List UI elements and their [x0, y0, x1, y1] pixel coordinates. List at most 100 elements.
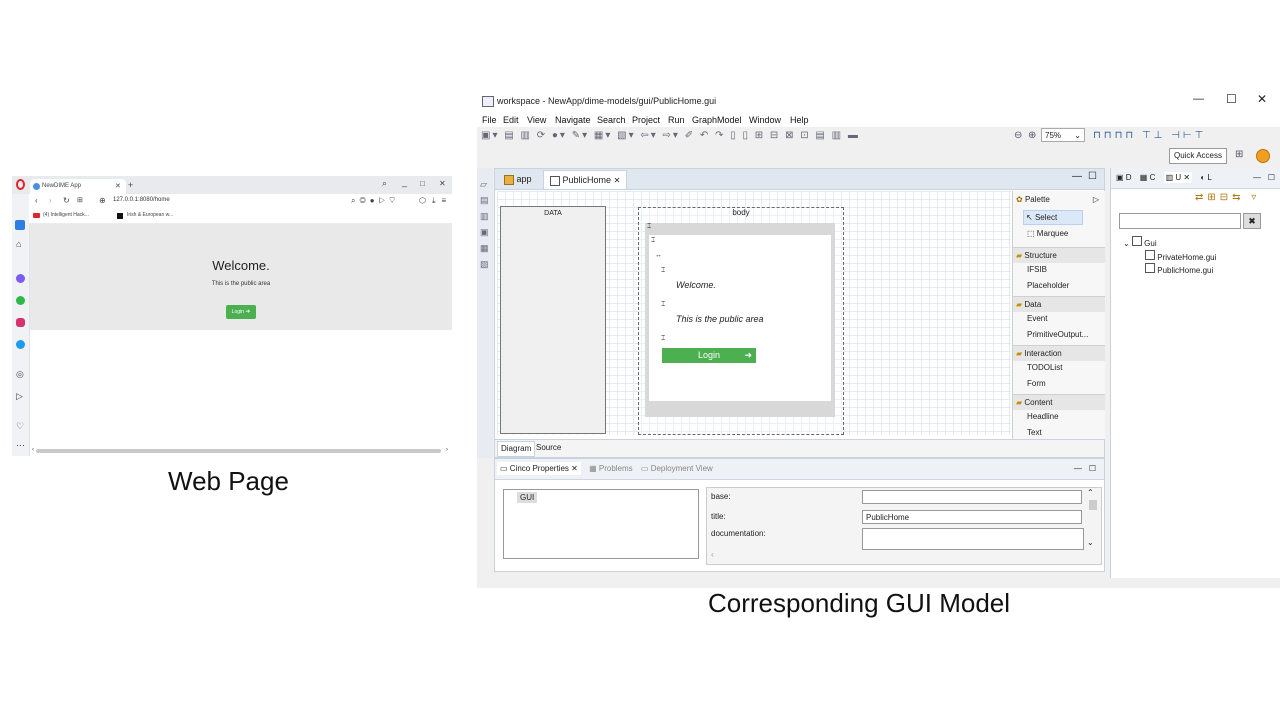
menu-view[interactable]: View [527, 115, 546, 125]
tab-diagram[interactable]: Diagram [497, 441, 536, 457]
vertical-scrollbar[interactable] [1089, 500, 1097, 510]
more-icon[interactable]: ⋯ [16, 440, 25, 451]
trim-icons[interactable]: ▱ ▤ ▥ ▣ ▦ ▧ [480, 176, 490, 272]
palette-section-interaction[interactable]: ▰ Interaction [1013, 345, 1105, 361]
canvas-login-button[interactable]: Login ➜ [662, 348, 756, 363]
close-button[interactable]: ✕ [439, 179, 446, 188]
perspective-icon[interactable] [1256, 149, 1270, 163]
tab-app[interactable]: app [498, 171, 538, 187]
toolbar-icons[interactable]: ▣▾ ▤ ▥ ⟳ ●▾ ✎▾ ▦▾ ▧▾ ⇦▾ ⇨▾ ✐ ↶ ↷ ▯ ▯ ⊞ ⊟… [481, 130, 1036, 142]
gui-tree-item[interactable]: GUI [517, 492, 538, 503]
heart-icon[interactable]: ♡ [16, 421, 24, 432]
filter-input[interactable] [1119, 213, 1241, 229]
bookmark-item[interactable]: Irish & European w... [127, 212, 173, 218]
tab-cinco-properties[interactable]: ▭ Cinco Properties ✕ [497, 462, 581, 475]
browser-tab[interactable]: NewDIME App ✕ [30, 179, 126, 194]
collapse-palette-icon[interactable]: ▷ [1093, 191, 1099, 209]
maximize-button[interactable]: □ [420, 179, 425, 188]
clear-filter-button[interactable]: ✖ [1243, 213, 1261, 229]
palette-item-placeholder[interactable]: Placeholder [1027, 281, 1069, 290]
instagram-icon[interactable] [16, 318, 25, 327]
tab-problems[interactable]: ▦ Problems [589, 464, 633, 473]
scroll-left-icon[interactable]: ‹ [32, 447, 34, 453]
template-box[interactable]: ⌶ ⌶ ↔ ⌶ Welcome. ⌶ This is the public ar… [645, 223, 835, 417]
palette-select-tool[interactable]: ↖ Select [1023, 210, 1083, 225]
palette-section-content[interactable]: ▰ Content [1013, 394, 1105, 410]
close-window-button[interactable]: ✕ [1257, 92, 1267, 106]
speed-dial-icon[interactable]: ⌂ [16, 239, 21, 249]
menu-search[interactable]: Search [597, 115, 626, 125]
align-toolbar-icons[interactable]: ⊓⊓⊓⊓ ⊤⊥ ⊣⊢⊤ [1093, 130, 1206, 141]
player-icon[interactable]: ◎ [16, 369, 24, 380]
menu-help[interactable]: Help [790, 115, 809, 125]
documentation-input[interactable] [862, 528, 1084, 550]
open-perspective-icon[interactable]: ⊞ [1235, 149, 1243, 160]
palette-section-data[interactable]: ▰ Data [1013, 296, 1105, 312]
view-tab-l[interactable]: ◐ L [1200, 173, 1212, 182]
palette-item-form[interactable]: Form [1027, 379, 1046, 388]
new-tab-button[interactable]: + [128, 176, 133, 194]
menu-file[interactable]: File [482, 115, 497, 125]
view-tab-d[interactable]: ▣ D [1116, 173, 1132, 182]
minimize-editor-icon[interactable]: — [1072, 171, 1082, 182]
tree-root[interactable]: ⌄ Gui [1123, 236, 1157, 248]
palette-section-structure[interactable]: ▰ Structure [1013, 247, 1105, 263]
palette-item-event[interactable]: Event [1027, 314, 1047, 323]
palette-item-ifsib[interactable]: IFSIB [1027, 265, 1047, 274]
tree-item[interactable]: PublicHome.gui [1145, 263, 1213, 275]
scroll-right-icon[interactable]: › [446, 447, 448, 453]
view-toolbar-icons[interactable]: ⇄⊞⊟⇆ ▿ [1195, 192, 1260, 203]
bookmark-item[interactable]: (4) Intelligent Hack... [43, 212, 89, 218]
grid-icon[interactable]: ⊞ [77, 196, 83, 204]
view-tab-c[interactable]: ▦ C [1140, 173, 1156, 182]
palette-item-headline[interactable]: Headline [1027, 412, 1059, 421]
whatsapp-icon[interactable] [16, 296, 25, 305]
forward-icon[interactable]: › [49, 196, 52, 205]
menu-icons[interactable]: ⬡⤓≡ [419, 196, 452, 206]
close-tab-icon[interactable]: ✕ [614, 176, 621, 185]
tab-source[interactable]: Source [533, 441, 564, 455]
canvas-public-text[interactable]: This is the public area [676, 314, 764, 324]
canvas-welcome[interactable]: Welcome. [676, 280, 716, 290]
data-container[interactable]: DATA [500, 206, 606, 434]
row-box[interactable]: ⌶ ↔ ⌶ Welcome. ⌶ This is the public area… [649, 235, 831, 401]
body-container[interactable]: body ⌶ ⌶ ↔ ⌶ Welcome. ⌶ This is the publ… [638, 207, 844, 435]
palette-marquee-tool[interactable]: ⬚ Marquee [1027, 229, 1068, 238]
scroll-up-icon[interactable]: ⌃ [1087, 488, 1094, 497]
menu-run[interactable]: Run [668, 115, 685, 125]
back-icon[interactable]: ‹ [35, 196, 38, 205]
tab-public-home[interactable]: PublicHome ✕ [543, 170, 628, 189]
expand-icon[interactable]: ⌄ [1123, 239, 1130, 248]
palette-item-todolist[interactable]: TODOList [1027, 363, 1062, 372]
menu-graphmodel[interactable]: GraphModel [692, 115, 742, 125]
maximize-view-icon[interactable]: ☐ [1089, 459, 1096, 479]
zoom-out-icon[interactable]: ⊖ [1014, 130, 1022, 141]
menu-project[interactable]: Project [632, 115, 660, 125]
address-toolbar-icons[interactable]: ⌕◎●▷♡ [351, 196, 399, 206]
home-icon[interactable] [15, 220, 25, 230]
reload-icon[interactable]: ↻ [63, 196, 70, 205]
scroll-down-icon[interactable]: ⌄ [1087, 538, 1094, 547]
tab-deployment-view[interactable]: ▭ Deployment View [641, 464, 713, 473]
minimize-view-icon[interactable]: — [1074, 459, 1082, 479]
minimize-window-button[interactable]: — [1193, 93, 1204, 105]
messenger-icon[interactable] [16, 274, 25, 283]
maximize-editor-icon[interactable]: ☐ [1088, 171, 1097, 182]
tab-close-icon[interactable]: ✕ [115, 179, 121, 194]
opera-logo-icon[interactable] [16, 179, 25, 190]
title-input[interactable]: PublicHome [862, 510, 1082, 524]
maximize-view-icon[interactable]: ☐ [1268, 168, 1275, 188]
menu-navigate[interactable]: Navigate [555, 115, 591, 125]
minimize-button[interactable]: _ [402, 177, 407, 187]
search-tabs-icon[interactable]: ⌕ [382, 178, 387, 189]
quick-access-field[interactable]: Quick Access [1169, 148, 1227, 164]
zoom-in-icon[interactable]: ⊕ [1028, 130, 1036, 141]
horizontal-scrollbar[interactable] [36, 449, 441, 453]
menu-window[interactable]: Window [749, 115, 781, 125]
minimize-view-icon[interactable]: — [1253, 168, 1261, 188]
send-icon[interactable]: ▷ [16, 391, 23, 402]
palette-item-primitive-output[interactable]: PrimitiveOutput... [1027, 330, 1088, 339]
diagram-canvas[interactable]: DATA body ⌶ ⌶ ↔ ⌶ Welcome. ⌶ This is the… [497, 191, 1011, 435]
login-button[interactable]: Login ➜ [226, 305, 256, 319]
base-input[interactable] [862, 490, 1082, 504]
